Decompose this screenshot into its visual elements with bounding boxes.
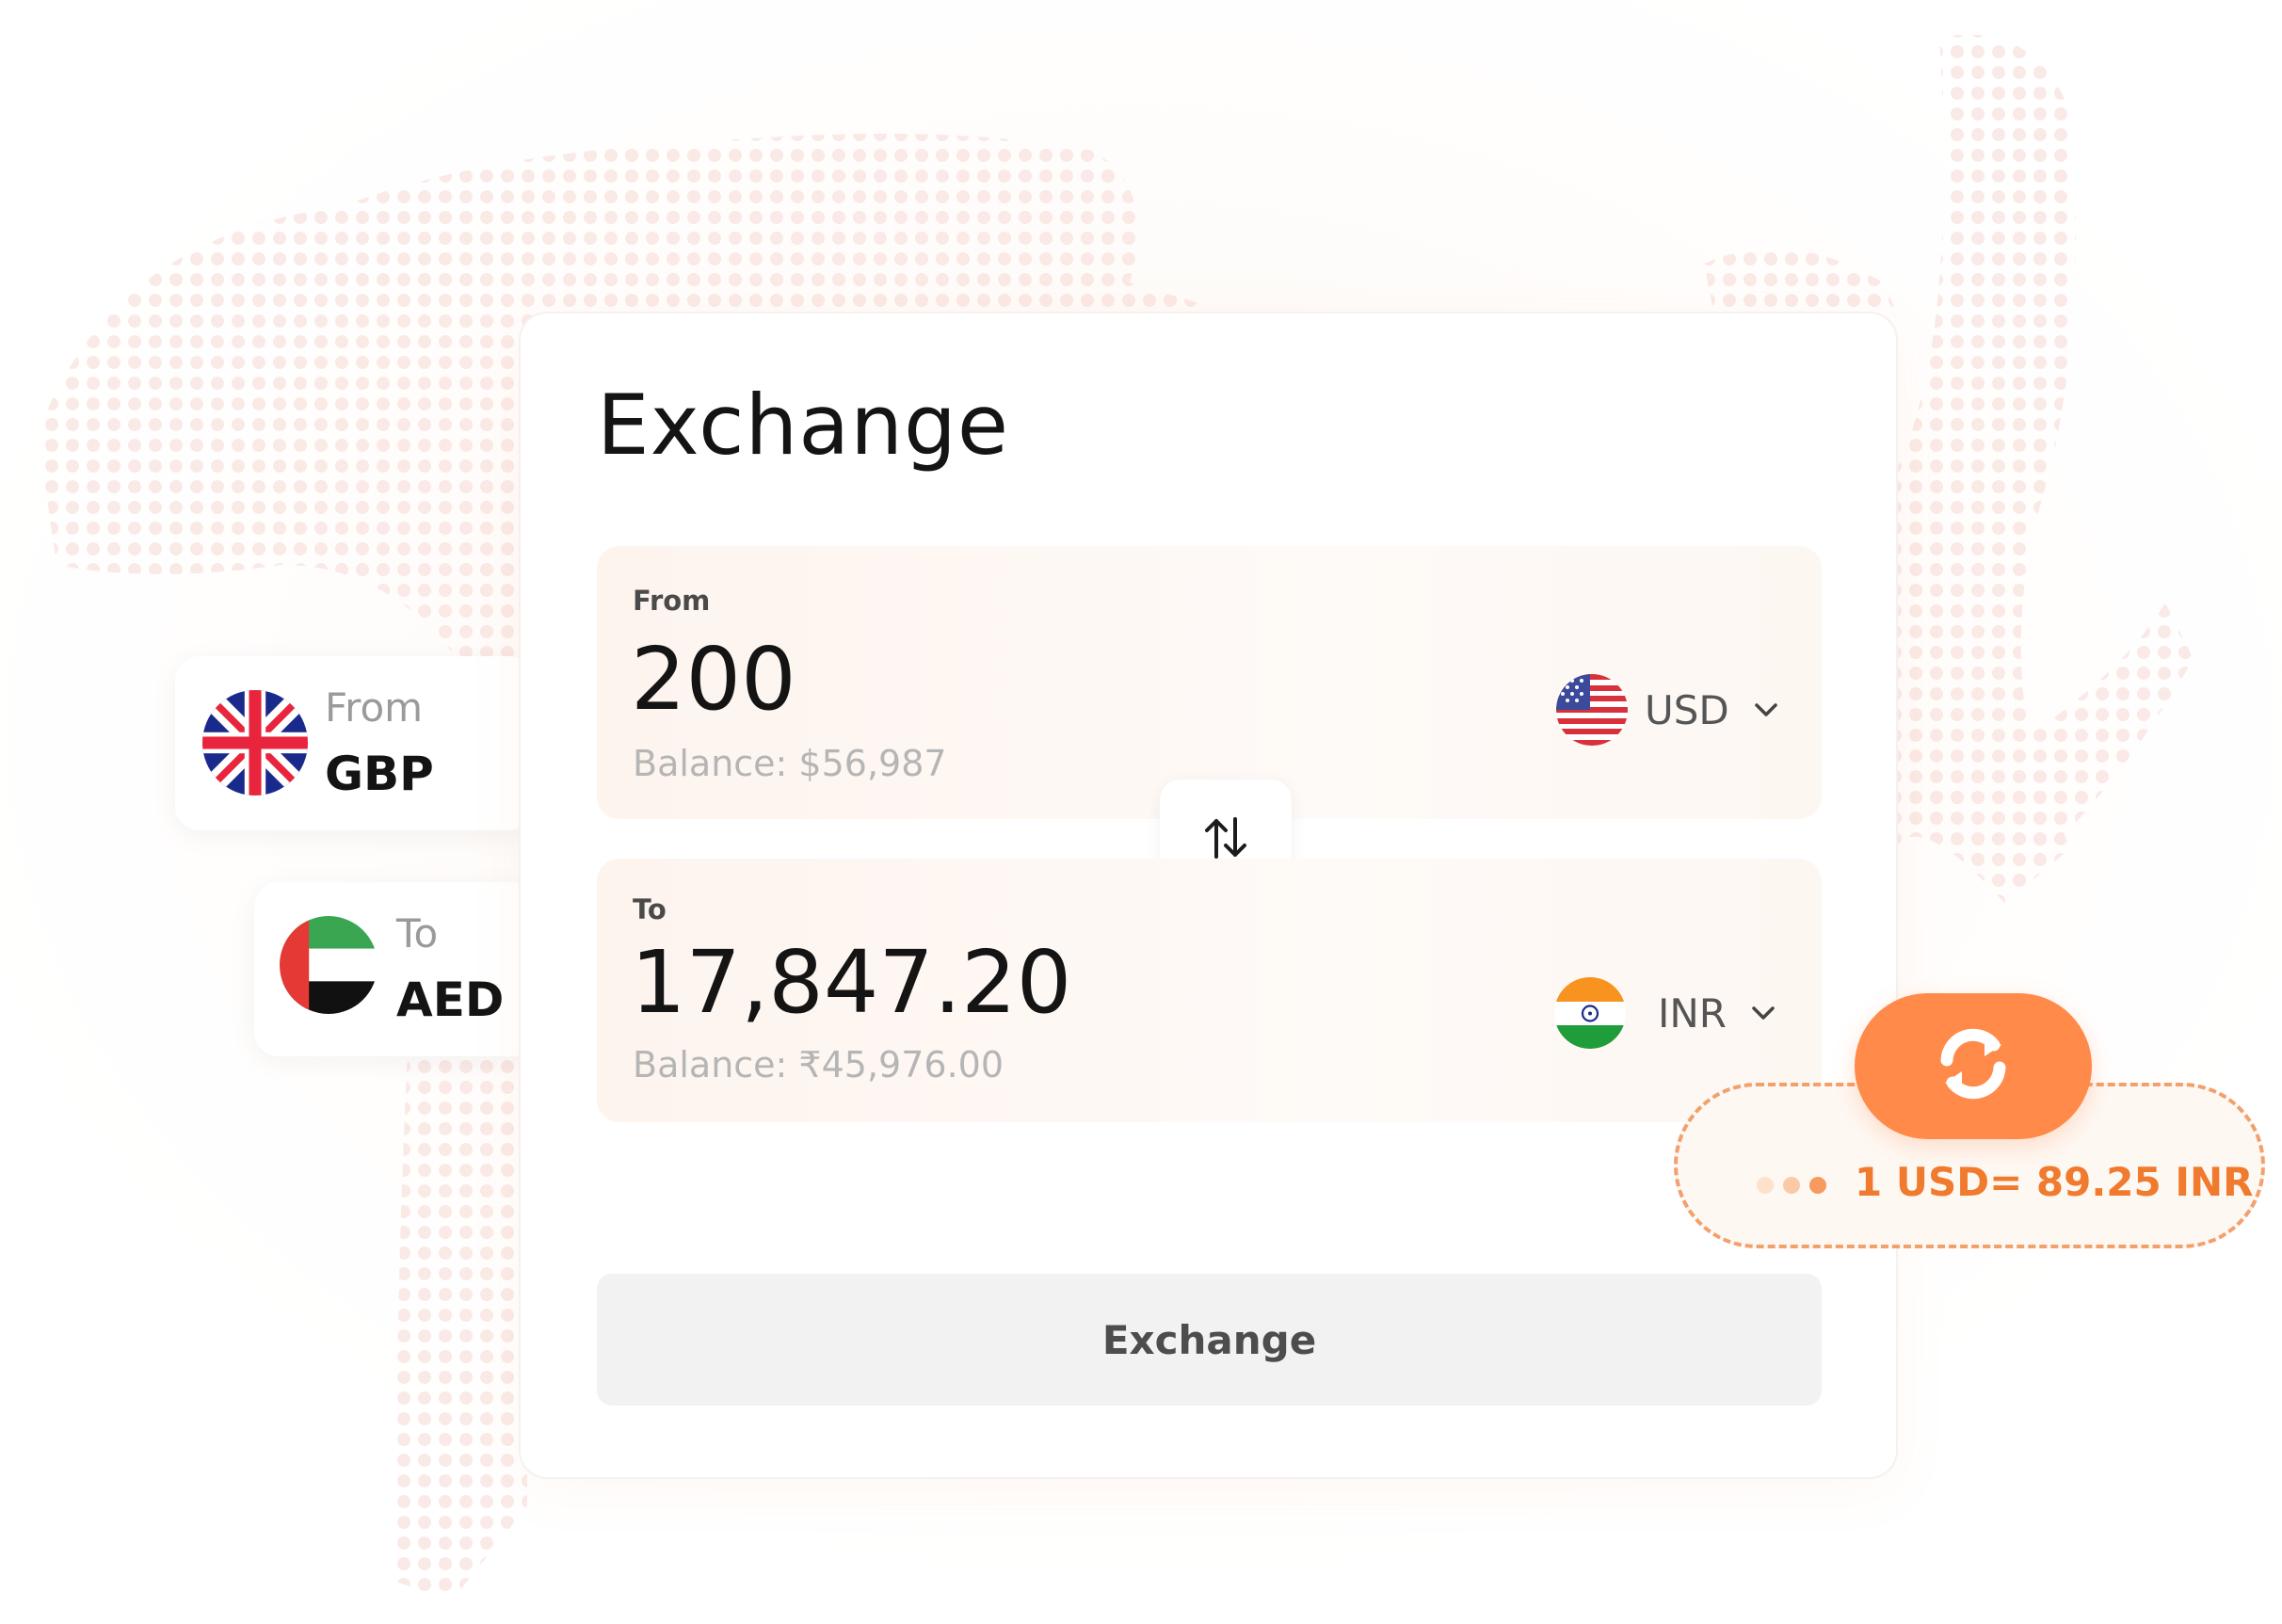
to-amount-value: 17,847.20 bbox=[631, 932, 1072, 1033]
side-to-code: AED bbox=[396, 973, 505, 1027]
to-balance: Balance: ₹45,976.00 bbox=[633, 1044, 1004, 1085]
refresh-rate-button[interactable] bbox=[1855, 993, 2092, 1139]
uk-flag-icon bbox=[202, 690, 308, 796]
us-flag-icon bbox=[1556, 674, 1628, 746]
rate-dots-decoration bbox=[1757, 1177, 1826, 1194]
side-to-label: To bbox=[396, 910, 439, 957]
to-label: To bbox=[633, 893, 667, 925]
from-balance: Balance: $56,987 bbox=[633, 743, 947, 784]
to-currency-select[interactable]: INR bbox=[1554, 977, 1776, 1049]
side-from-code: GBP bbox=[325, 747, 434, 801]
chevron-down-icon bbox=[1751, 1005, 1776, 1021]
from-currency-code: USD bbox=[1645, 686, 1729, 733]
from-amount-input[interactable]: 200 bbox=[631, 636, 796, 723]
exchange-rate-text: 1 USD= 89.25 INR bbox=[1855, 1159, 2254, 1205]
side-from-label: From bbox=[325, 684, 424, 731]
page-title: Exchange bbox=[597, 377, 1009, 474]
from-label: From bbox=[633, 585, 711, 617]
chevron-down-icon bbox=[1754, 701, 1778, 718]
from-currency-select[interactable]: USD bbox=[1556, 674, 1778, 746]
refresh-icon bbox=[1926, 1017, 2020, 1116]
uae-flag-icon bbox=[280, 916, 378, 1014]
side-card-to: To AED bbox=[254, 882, 537, 1056]
side-card-from: From GBP bbox=[175, 656, 533, 830]
to-currency-code: INR bbox=[1658, 989, 1727, 1037]
exchange-button[interactable]: Exchange bbox=[597, 1274, 1822, 1406]
india-flag-icon bbox=[1554, 977, 1626, 1049]
